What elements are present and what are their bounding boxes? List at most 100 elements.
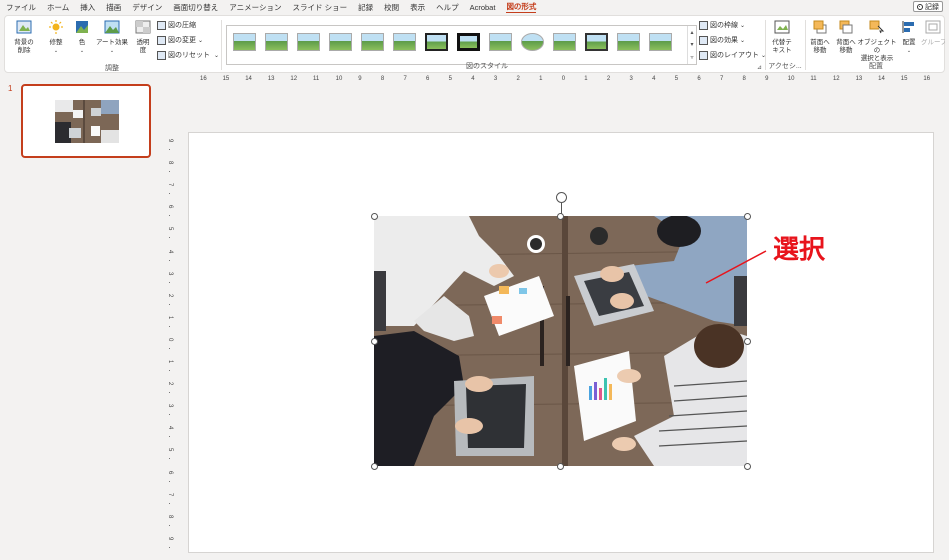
rotation-handle[interactable] <box>556 192 567 203</box>
resize-handle-n[interactable] <box>557 213 564 220</box>
alt-text-button[interactable]: 代替テ キスト <box>769 20 795 55</box>
align-button[interactable]: 配置 ⌄ <box>899 20 919 55</box>
selection-pane-button[interactable]: オブジェクトの 選択と表示 <box>857 20 897 63</box>
separator <box>221 20 222 70</box>
color-button[interactable]: 色 ⌄ <box>73 20 91 55</box>
ruler-tick-label: 14 <box>878 76 885 82</box>
picture-style-13[interactable] <box>617 33 640 51</box>
corrections-label: 修整 <box>49 39 63 46</box>
artistic-effects-label: アート効果 <box>95 39 129 46</box>
ruler-tick-label: 3 <box>493 76 498 82</box>
menu-tab[interactable]: 挿入 <box>80 2 95 13</box>
change-picture-button[interactable]: 図の変更 ⌄ <box>157 35 203 45</box>
send-backward-button[interactable]: 背面へ 移動 <box>833 20 859 55</box>
menu-tab[interactable]: デザイン <box>132 2 162 13</box>
selected-picture[interactable] <box>374 216 747 466</box>
picture-style-14[interactable] <box>649 33 672 51</box>
ruler-tick-label: 12 <box>290 76 298 82</box>
resize-handle-w[interactable] <box>371 338 378 345</box>
ruler-tick-label: 11 <box>313 76 320 82</box>
ruler-dot <box>169 237 170 239</box>
ruler-tick-label: 5 <box>167 448 173 452</box>
resize-handle-s[interactable] <box>557 463 564 470</box>
ruler-tick-label: 10 <box>335 76 343 82</box>
menu-bar: ファイル ホーム 挿入 描画 デザイン 画面切り替え アニメーション スライド ショー 記録 校閲… <box>0 0 949 14</box>
bring-forward-button[interactable]: 前面へ 移動 <box>807 20 833 55</box>
alt-text-icon <box>774 20 790 34</box>
separator <box>805 20 806 70</box>
picture-border-label: 図の枠線 <box>710 22 738 29</box>
menu-tab[interactable]: 記録 <box>358 2 373 13</box>
picture-style-9[interactable] <box>489 33 512 51</box>
reset-picture-button[interactable]: 図のリセット ⌄ <box>157 50 219 60</box>
ruler-dot <box>169 193 170 195</box>
selection-pane-label: オブジェクトの 選択と表示 <box>857 39 897 62</box>
scroll-down-icon[interactable]: ▾ <box>690 41 693 48</box>
remove-background-icon <box>16 20 32 34</box>
picture-style-3[interactable] <box>297 33 320 51</box>
ruler-dot <box>169 546 170 548</box>
sun-icon <box>49 20 63 34</box>
picture-style-2[interactable] <box>265 33 288 51</box>
bring-forward-icon <box>813 20 827 34</box>
menu-tab[interactable]: 描画 <box>106 2 121 13</box>
ruler-dot <box>169 502 170 504</box>
dialog-launcher-icon[interactable]: ⊿ <box>757 64 762 71</box>
menu-tab[interactable]: 図の形式 <box>506 1 537 13</box>
transparency-button[interactable]: 透明 度 <box>133 20 153 55</box>
menu-tab[interactable]: 表示 <box>410 2 425 13</box>
picture-layout-button[interactable]: 図のレイアウト ⌄ <box>699 50 766 60</box>
picture-styles-gallery[interactable]: ▴ ▾ ▿ <box>226 25 697 65</box>
send-backward-label: 背面へ 移動 <box>836 39 856 54</box>
picture-style-10[interactable] <box>521 33 544 51</box>
menu-tab[interactable]: 校閲 <box>384 2 399 13</box>
resize-handle-ne[interactable] <box>744 213 751 220</box>
ruler-tick-label: 4 <box>167 426 173 430</box>
picture-style-4[interactable] <box>329 33 352 51</box>
picture-layout-label: 図のレイアウト <box>710 52 759 59</box>
ruler-tick-label: 8 <box>742 76 746 82</box>
picture-style-12[interactable] <box>585 33 608 51</box>
artistic-effects-button[interactable]: アート効果 ⌄ <box>95 20 129 55</box>
ruler-dot <box>169 436 170 438</box>
resize-handle-se[interactable] <box>744 463 751 470</box>
ruler-tick-label: 3 <box>167 271 173 275</box>
picture-style-11[interactable] <box>553 33 576 51</box>
menu-tab[interactable]: Acrobat <box>470 3 496 12</box>
menu-tab[interactable]: ヘルプ <box>436 2 459 13</box>
ruler-tick-label: 0 <box>561 76 566 82</box>
ruler-dot <box>169 524 170 526</box>
resize-handle-nw[interactable] <box>371 213 378 220</box>
picture-border-button[interactable]: 図の枠線 ⌄ <box>699 20 745 30</box>
picture-style-5[interactable] <box>361 33 384 51</box>
ruler-tick-label: 7 <box>403 76 407 82</box>
resize-handle-e[interactable] <box>744 338 751 345</box>
ruler-tick-label: 1 <box>167 315 173 320</box>
menu-tab[interactable]: ファイル <box>6 2 36 13</box>
menu-tab[interactable]: ホーム <box>47 2 69 13</box>
ruler-tick-label: 5 <box>448 76 452 82</box>
picture-style-1[interactable] <box>233 33 256 51</box>
record-icon <box>917 3 923 10</box>
slide-thumbnail[interactable] <box>21 84 151 158</box>
picture-style-6[interactable] <box>393 33 416 51</box>
record-button[interactable]: 記録 <box>913 1 943 12</box>
group-icon <box>925 20 941 34</box>
picture-style-7[interactable] <box>425 33 448 51</box>
ruler-dot <box>169 281 170 283</box>
ruler-tick-label: 0 <box>167 337 173 342</box>
menu-tab[interactable]: 画面切り替え <box>173 2 218 13</box>
ruler-tick-label: 1 <box>584 76 588 82</box>
menu-tab[interactable]: スライド ショー <box>292 2 347 13</box>
resize-handle-sw[interactable] <box>371 463 378 470</box>
group-button[interactable]: グループ化 <box>921 20 945 47</box>
picture-style-8[interactable] <box>457 33 480 51</box>
compress-pictures-button[interactable]: 図の圧縮 <box>157 20 196 30</box>
adjust-group-label: 調整 <box>105 65 119 72</box>
menu-tab[interactable]: アニメーション <box>229 2 281 13</box>
scroll-up-icon[interactable]: ▴ <box>690 29 693 36</box>
remove-background-button[interactable]: 背景の 削除 <box>11 20 37 55</box>
picture-effects-button[interactable]: 図の効果 ⌄ <box>699 35 745 45</box>
gallery-scroll[interactable]: ▴ ▾ ▿ <box>687 26 696 64</box>
corrections-button[interactable]: 修整 ⌄ <box>45 20 67 55</box>
